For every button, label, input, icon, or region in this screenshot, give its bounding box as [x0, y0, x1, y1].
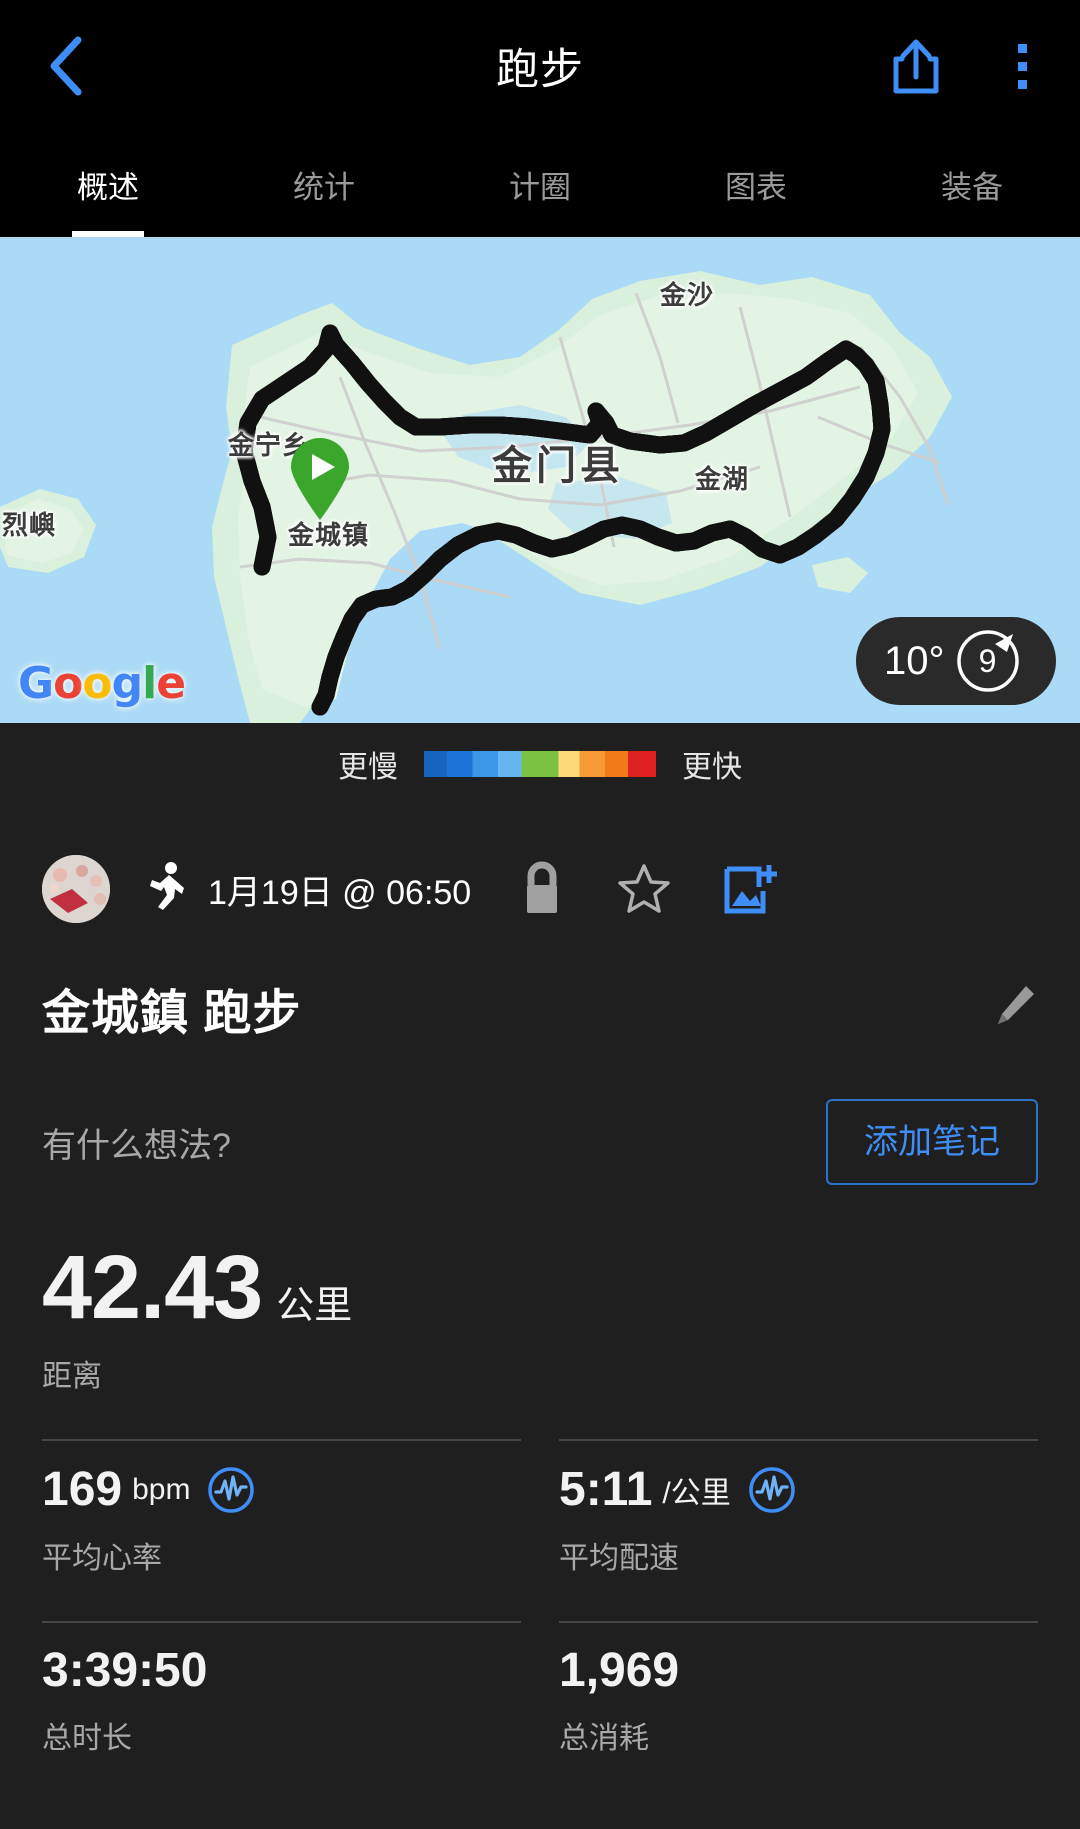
legend-slower-label: 更慢	[338, 751, 398, 784]
total-time-label: 总时长	[42, 1722, 132, 1755]
tab-gear[interactable]: 装备	[864, 132, 1080, 237]
note-row: 有什么想法? 添加笔记	[42, 1099, 1038, 1185]
primary-stat-distance: 42.43 公里 距离	[42, 1243, 1038, 1395]
avg-hr-value: 169	[42, 1463, 123, 1516]
distance-label: 距离	[42, 1360, 102, 1393]
pencil-icon	[998, 985, 1034, 1024]
privacy-lock-button[interactable]	[519, 861, 565, 917]
tab-label: 装备	[941, 170, 1003, 205]
tab-label: 概述	[77, 170, 139, 205]
running-icon	[144, 861, 186, 918]
avatar[interactable]	[42, 855, 110, 923]
tab-statistics[interactable]: 统计	[216, 132, 432, 237]
edit-title-button[interactable]	[992, 982, 1038, 1035]
stat-value-row: 5:11 /公里	[559, 1465, 1038, 1515]
lock-icon	[527, 861, 558, 913]
stat-grid-row-1: 169 bpm 平均心率 5:11 /公里 平均配速	[42, 1439, 1038, 1577]
weather-widget[interactable]: 10° 9	[856, 617, 1056, 705]
avg-pace-label: 平均配速	[559, 1542, 679, 1575]
pace-legend: 更慢 更快	[0, 723, 1080, 805]
avg-pace-unit: /公里	[662, 1477, 731, 1510]
tab-bar: 概述 统计 计圈 图表 装备	[0, 132, 1080, 237]
more-vertical-icon	[1017, 43, 1027, 89]
wind-direction-dial-icon: 9	[955, 628, 1021, 694]
tab-label: 图表	[725, 170, 787, 205]
play-pin-icon	[291, 437, 349, 520]
pace-graph-icon[interactable]	[747, 1465, 797, 1515]
wind-value: 9	[978, 642, 997, 679]
chevron-left-icon	[50, 36, 82, 96]
stat-total-time: 3:39:50 总时长	[42, 1621, 521, 1757]
activity-meta-row: 1月19日 @ 06:50	[42, 805, 1038, 925]
tab-overview[interactable]: 概述	[0, 132, 216, 237]
note-placeholder: 有什么想法?	[42, 1126, 231, 1165]
activity-meta-icons	[519, 861, 778, 917]
google-letter: G	[18, 658, 54, 709]
google-letter: g	[111, 658, 143, 709]
tab-laps[interactable]: 计圈	[432, 132, 648, 237]
add-photo-button[interactable]	[723, 863, 778, 915]
heart-rate-graph-icon[interactable]	[206, 1465, 256, 1515]
stat-value-row: 1,969	[559, 1647, 1038, 1695]
activity-date: 1月19日 @ 06:50	[208, 873, 472, 912]
activity-detail-screen: 跑步 概述 统计 计圈 图表 装备 金沙 金宁乡 金门县 金湖 金城镇 烈嶼 G…	[0, 0, 1080, 1829]
avg-hr-label: 平均心率	[42, 1542, 162, 1575]
google-letter: o	[82, 658, 112, 709]
activity-title-row: 金城鎮 跑步	[42, 973, 1038, 1043]
total-calories-value: 1,969	[559, 1644, 680, 1697]
total-time-value: 3:39:50	[42, 1644, 208, 1697]
google-letter: o	[53, 658, 83, 709]
google-letter: e	[156, 658, 186, 709]
google-letter: l	[142, 658, 157, 709]
google-logo: Google	[18, 658, 186, 709]
stat-avg-pace: 5:11 /公里 平均配速	[559, 1439, 1038, 1577]
star-outline-icon	[618, 864, 670, 913]
tab-charts[interactable]: 图表	[648, 132, 864, 237]
share-button[interactable]	[886, 33, 946, 99]
tab-label: 统计	[293, 170, 355, 205]
temperature-value: 10°	[884, 638, 945, 683]
add-note-button[interactable]: 添加笔记	[826, 1099, 1038, 1185]
favorite-button[interactable]	[617, 863, 671, 915]
share-icon	[893, 39, 939, 94]
stat-avg-heart-rate: 169 bpm 平均心率	[42, 1439, 521, 1577]
top-app-bar: 跑步	[0, 0, 1080, 132]
legend-gradient-bar	[424, 751, 656, 777]
route-map[interactable]: 金沙 金宁乡 金门县 金湖 金城镇 烈嶼 Google 10° 9	[0, 237, 1080, 723]
overflow-menu-button[interactable]	[992, 33, 1052, 99]
distance-unit: 公里	[276, 1285, 353, 1327]
stat-total-calories: 1,969 总消耗	[559, 1621, 1038, 1757]
tab-label: 计圈	[509, 170, 571, 205]
total-calories-label: 总消耗	[559, 1722, 649, 1755]
add-photo-icon	[724, 865, 778, 914]
distance-value: 42.43	[42, 1238, 263, 1338]
avg-pace-value: 5:11	[559, 1463, 653, 1516]
legend-faster-label: 更快	[682, 751, 742, 784]
primary-stat-value-row: 42.43 公里	[42, 1243, 1038, 1333]
back-button[interactable]	[28, 28, 104, 104]
stat-value-row: 169 bpm	[42, 1465, 521, 1515]
activity-details-panel: 1月19日 @ 06:50 金城鎮 跑步 有什么想法? 添加笔记 42.43 公…	[0, 805, 1080, 1829]
avg-hr-unit: bpm	[132, 1473, 191, 1506]
stat-grid-row-2: 3:39:50 总时长 1,969 总消耗	[42, 1621, 1038, 1757]
top-bar-actions	[886, 33, 1052, 99]
activity-title: 金城鎮 跑步	[42, 987, 302, 1040]
stat-value-row: 3:39:50	[42, 1647, 521, 1695]
